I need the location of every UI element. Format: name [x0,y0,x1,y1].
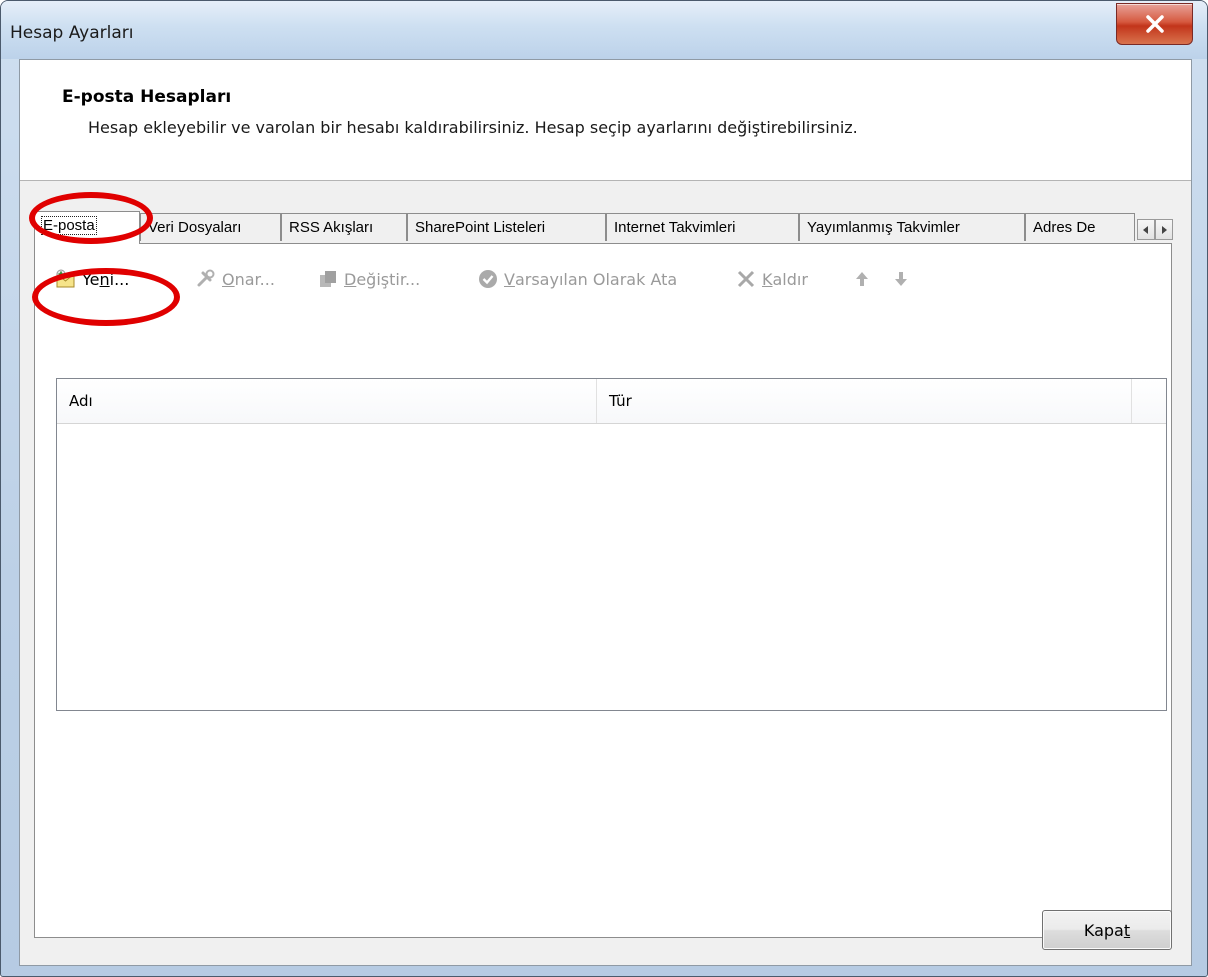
header-panel: E-posta Hesapları Hesap ekleyebilir ve v… [20,60,1191,181]
close-dialog-button[interactable]: Kapa t [1042,910,1172,950]
tab-internet-takvimleri[interactable]: Internet Takvimleri [606,213,799,241]
change-label-post: eğiştir... [356,269,421,289]
tab-label: Adres De [1033,219,1096,236]
new-email-account-icon [56,269,75,288]
tab-strip: E-posta Veri Dosyaları RSS Akışları Shar… [20,211,1191,244]
header-description: Hesap ekleyebilir ve varolan bir hesabı … [88,118,858,137]
account-toolbar: Ye n i... Onar... Değiştir... V arsayıla… [45,264,1161,294]
window-close-button[interactable] [1116,3,1193,45]
account-list[interactable]: Adı Tür [56,378,1167,711]
remove-label-key: K [762,269,773,289]
column-header-type[interactable]: Tür [597,379,1132,423]
tab-sharepoint-listeleri[interactable]: SharePoint Listeleri [407,213,606,241]
header-title: E-posta Hesapları [62,87,232,107]
set-default-button[interactable]: Varsayılan Olarak Ata [477,264,677,294]
change-settings-icon [320,271,336,287]
dialog-body: E-posta Hesapları Hesap ekleyebilir ve v… [19,59,1192,966]
tab-label: SharePoint Listeleri [415,219,546,236]
repair-label-key: O [222,269,235,289]
close-x-icon [1145,15,1164,33]
move-down-button[interactable] [890,264,917,294]
account-settings-window: Hesap Ayarları E-posta Hesapları Hesap e… [0,0,1208,977]
tab-e-posta[interactable]: E-posta [34,211,140,244]
tab-veri-dosyalari[interactable]: Veri Dosyaları [140,213,281,241]
set-default-label-key: V [504,269,515,289]
arrow-right-icon [1162,225,1167,234]
repair-tools-icon [197,269,215,287]
remove-label-post: aldır [772,269,808,289]
tab-scroll-left-button[interactable] [1137,219,1155,240]
tab-label: Yayımlanmış Takvimler [807,219,960,236]
list-header: Adı Tür [57,379,1166,424]
column-header-name[interactable]: Adı [57,379,597,423]
repair-label-post: nar... [234,269,275,289]
change-label-key: D [344,269,357,289]
tab-adres-defteri[interactable]: Adres De [1025,213,1135,241]
new-label-key: n [99,269,110,289]
checkmark-circle-icon [479,270,497,288]
new-label-post: i... [109,269,130,289]
close-label-key: t [1123,920,1131,940]
tab-scroll-right-button[interactable] [1155,219,1173,240]
move-up-button[interactable] [851,264,878,294]
remove-x-icon [737,270,755,288]
close-label-pre: Kapa [1083,920,1124,940]
change-button[interactable]: Değiştir... [317,264,420,294]
remove-button[interactable]: Kaldır [735,264,808,294]
new-account-button[interactable]: Ye n i... [55,264,129,294]
tab-rss-akislari[interactable]: RSS Akışları [281,213,407,241]
arrow-down-icon [895,272,907,286]
window-title: Hesap Ayarları [10,23,134,43]
title-bar[interactable]: Hesap Ayarları [1,1,1207,59]
repair-button[interactable]: Onar... [195,264,275,294]
tab-label: E-posta [41,216,97,235]
arrow-left-icon [1143,225,1148,234]
arrow-up-icon [856,272,868,286]
tab-label: Veri Dosyaları [148,219,242,236]
tab-label: Internet Takvimleri [614,219,736,236]
new-label-pre: Ye [82,269,100,289]
set-default-label-post: arsayılan Olarak Ata [514,269,678,289]
tab-label: RSS Akışları [289,219,374,236]
tab-yayimlanmis-takvimler[interactable]: Yayımlanmış Takvimler [799,213,1025,241]
